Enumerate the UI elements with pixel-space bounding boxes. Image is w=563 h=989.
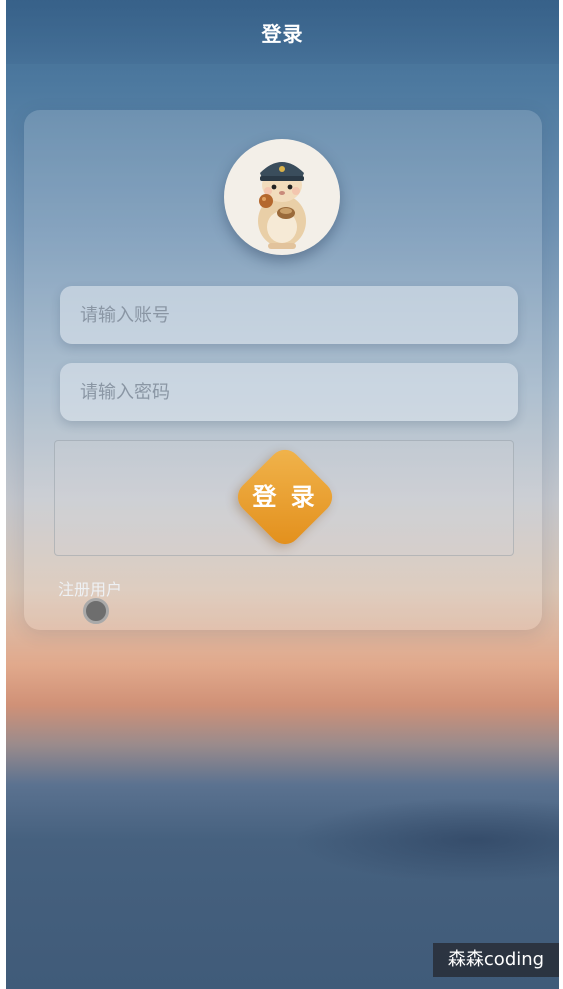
login-button-area: 登 录 xyxy=(54,440,514,556)
password-field[interactable] xyxy=(60,363,518,421)
avatar xyxy=(224,139,340,255)
login-button-label[interactable]: 登 录 xyxy=(247,477,323,512)
hamster-avatar-icon xyxy=(258,162,306,249)
nav-bar: 登录 xyxy=(6,0,559,64)
register-link[interactable]: 注册用户 xyxy=(58,576,122,600)
account-input[interactable] xyxy=(78,303,502,327)
app-screen: 登录 请输入账号 登 录 注册用户 森森coding xyxy=(6,0,559,989)
page-title: 登录 xyxy=(261,22,304,46)
watermark: 森森coding xyxy=(433,943,559,977)
password-input[interactable] xyxy=(78,380,502,404)
account-field[interactable] xyxy=(60,286,518,344)
login-card: 登 录 注册用户 xyxy=(24,110,542,630)
touch-indicator xyxy=(83,598,109,624)
